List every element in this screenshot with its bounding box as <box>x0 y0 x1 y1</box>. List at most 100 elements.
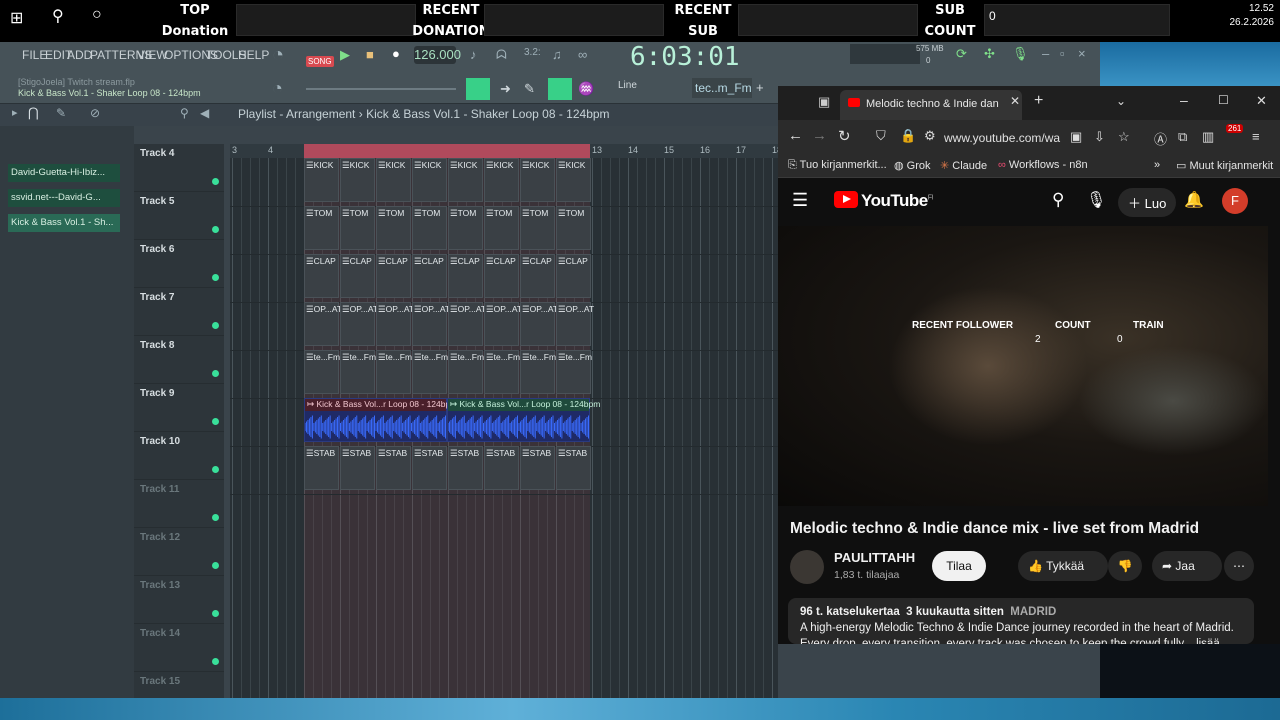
pattern-clip[interactable]: ☰OP...AT <box>340 302 378 346</box>
song-mode-toggle[interactable]: SONG <box>306 56 334 67</box>
playlist-menu-icon[interactable]: ▸ <box>12 106 18 119</box>
bookmark-import[interactable]: ⎘ Tuo kirjanmerkit... <box>788 159 887 172</box>
like-button[interactable]: 👍 Tykkää <box>1018 551 1108 581</box>
back-icon[interactable]: ← <box>788 127 803 144</box>
song-position-display[interactable]: 6:03:01 <box>630 42 740 72</box>
track-header[interactable]: Track 4 <box>134 144 224 192</box>
pattern-clip[interactable]: ☰STAB <box>412 446 447 490</box>
pattern-clip[interactable]: ☰te...Fm <box>412 350 448 394</box>
pitch-slider[interactable] <box>306 88 456 90</box>
bookmark-n8n[interactable]: ∞ Workflows - n8n <box>998 159 1088 171</box>
windows-start-icon[interactable]: ⊞ <box>10 8 23 28</box>
arrow-right-icon[interactable]: ➜ <box>500 81 511 97</box>
playlist-grid[interactable]: ☰KICK ☰KICK ☰KICK ☰KICK ☰KICK ☰KICK ☰KICK ☰KICK… <box>230 144 778 698</box>
track-enable-led[interactable] <box>212 466 219 473</box>
bookmark-star-icon[interactable]: ☆ <box>1118 129 1130 145</box>
pattern-clip[interactable]: ☰CLAP <box>556 254 591 298</box>
pattern-clip[interactable]: ☰KICK <box>412 158 447 202</box>
window-minimize-icon[interactable]: – <box>1180 92 1188 108</box>
pattern-clip[interactable]: ☰TOM <box>304 206 339 250</box>
pattern-clip[interactable]: ☰TOM <box>484 206 519 250</box>
menu-file[interactable]: FILE <box>22 48 47 62</box>
tab-close-icon[interactable]: ✕ <box>1010 94 1020 108</box>
pattern-clip[interactable]: ☰TOM <box>520 206 555 250</box>
picker-item[interactable]: David-Guetta-Hi-Ibiz... <box>8 164 120 182</box>
pattern-clip[interactable]: ☰STAB <box>304 446 339 490</box>
pattern-clip[interactable]: ☰KICK <box>484 158 519 202</box>
pattern-selector[interactable]: tec..m_Fm <box>692 78 752 98</box>
pattern-clip[interactable]: ☰te...Fm <box>556 350 592 394</box>
maximize-icon[interactable]: ▫ <box>1060 46 1065 61</box>
pattern-clip[interactable]: ☰CLAP <box>304 254 339 298</box>
blend-icon[interactable]: ∞ <box>578 47 587 62</box>
metronome-icon[interactable]: ♪ <box>470 47 477 62</box>
track-enable-led[interactable] <box>212 226 219 233</box>
track-enable-led[interactable] <box>212 610 219 617</box>
pattern-clip[interactable]: ☰STAB <box>448 446 483 490</box>
pattern-clip[interactable]: ☰te...Fm <box>448 350 484 394</box>
tab-search-icon[interactable]: ⌄ <box>1116 94 1126 108</box>
window-close-icon[interactable]: ✕ <box>1256 93 1267 109</box>
step-edit-icon[interactable]: ♫ <box>552 47 562 62</box>
task-view-icon[interactable]: ○ <box>92 6 102 24</box>
picker-item[interactable]: Kick & Bass Vol.1 - Sh... <box>8 214 120 232</box>
tab-list-icon[interactable]: ▣ <box>818 94 830 110</box>
notifications-icon[interactable]: 🔔 <box>1184 190 1204 210</box>
track-enable-led[interactable] <box>212 322 219 329</box>
track-header[interactable]: Track 13 <box>134 576 224 624</box>
channel-name[interactable]: PAULITTAHH <box>834 550 915 565</box>
close-icon[interactable]: × <box>1078 46 1086 61</box>
forward-icon[interactable]: → <box>812 127 827 144</box>
master-volume-knob[interactable]: ◔ <box>272 44 284 67</box>
account-icon[interactable]: Ⓐ <box>1154 129 1167 148</box>
shield-icon[interactable]: ⛉ <box>876 128 886 144</box>
refresh-icon[interactable]: ⟳ <box>956 46 967 62</box>
audio-clip[interactable]: ↦ Kick & Bass Vol...r Loop 08 - 124bpm <box>447 398 600 442</box>
bookmark-other[interactable]: ▭ Muut kirjanmerkit <box>1176 159 1273 172</box>
pattern-clip[interactable]: ☰OP...AT <box>376 302 414 346</box>
pattern-clip[interactable]: ☰TOM <box>556 206 591 250</box>
pattern-clip[interactable]: ☰OP...AT <box>556 302 594 346</box>
pattern-clip[interactable]: ☰TOM <box>412 206 447 250</box>
pattern-clip[interactable]: ☰KICK <box>448 158 483 202</box>
pattern-clip[interactable]: ☰TOM <box>448 206 483 250</box>
track-header[interactable]: Track 5 <box>134 192 224 240</box>
pattern-clip[interactable]: ☰CLAP <box>484 254 519 298</box>
track-header[interactable]: Track 9 <box>134 384 224 432</box>
extension-badge[interactable]: 261 <box>1226 124 1244 133</box>
pattern-clip[interactable]: ☰TOM <box>376 206 411 250</box>
track-header[interactable]: Track 8 <box>134 336 224 384</box>
pattern-clip[interactable]: ☰te...Fm <box>340 350 376 394</box>
draw-icon[interactable]: ✎ <box>524 81 535 97</box>
bookmarks-overflow-icon[interactable]: » <box>1154 159 1160 171</box>
pattern-clip[interactable]: ☰KICK <box>376 158 411 202</box>
sidebar-icon[interactable]: ▥ <box>1202 129 1214 145</box>
pattern-clip[interactable]: ☰STAB <box>556 446 591 490</box>
pattern-clip[interactable]: ☰KICK <box>340 158 375 202</box>
channel-avatar[interactable] <box>790 550 824 584</box>
create-button[interactable]: ＋ Luo <box>1118 188 1177 217</box>
window-maximize-icon[interactable]: ☐ <box>1218 93 1229 107</box>
plugin-icon[interactable]: ✣ <box>984 46 995 62</box>
mute-icon[interactable]: ⊘ <box>90 106 100 120</box>
reader-icon[interactable]: ▣ <box>1070 129 1082 145</box>
video-player[interactable]: RECENT FOLLOWER COUNT TRAIN 2 0 <box>778 226 1268 506</box>
subscribe-button[interactable]: Tilaa <box>932 551 986 581</box>
lock-icon[interactable]: 🔒 <box>900 128 916 144</box>
video-description[interactable]: 96 t. katselukertaa 3 kuukautta sitten M… <box>788 598 1254 644</box>
pattern-clip[interactable]: ☰STAB <box>376 446 411 490</box>
stop-icon[interactable]: ■ <box>366 47 374 62</box>
track-header[interactable]: Track 12 <box>134 528 224 576</box>
pattern-clip[interactable]: ☰OP...AT <box>448 302 486 346</box>
pattern-clip[interactable]: ☰OP...AT <box>412 302 450 346</box>
youtube-logo[interactable]: YouTubeFI <box>834 191 933 211</box>
picker-item[interactable]: ssvid.net---David-G... <box>8 189 120 207</box>
add-pattern-icon[interactable]: + <box>756 80 764 95</box>
browser-tab[interactable]: Melodic techno & Indie dan <box>840 90 1022 120</box>
link-icon[interactable] <box>548 78 572 100</box>
more-actions-button[interactable]: ⋯ <box>1224 551 1254 581</box>
download-icon[interactable]: ⇩ <box>1094 129 1105 145</box>
track-enable-led[interactable] <box>212 514 219 521</box>
pattern-clip[interactable]: ☰CLAP <box>520 254 555 298</box>
tempo-display[interactable]: 126.000 <box>414 46 461 64</box>
